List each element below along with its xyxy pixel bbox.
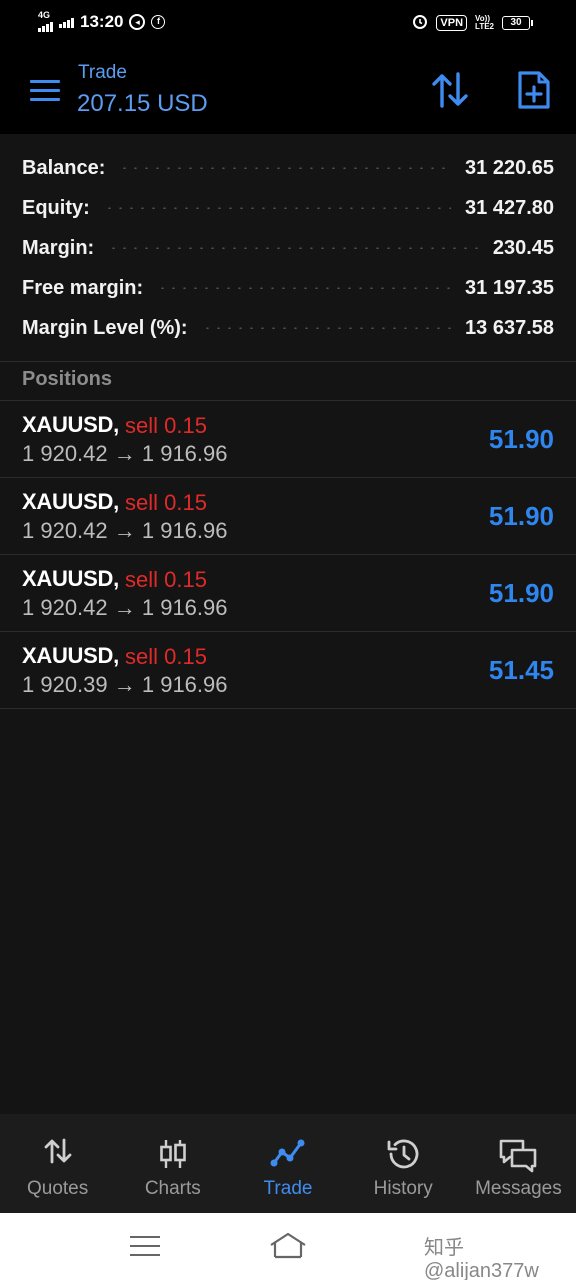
position-prices: 1 920.42 → 1 916.96 <box>22 595 228 620</box>
summary-value: 31 220.65 <box>465 156 554 179</box>
battery-icon: 30 <box>502 15 533 30</box>
position-symbol: XAUUSD, <box>22 412 119 437</box>
dotted-leader <box>201 327 452 329</box>
position-side: sell 0.15 <box>125 567 207 592</box>
summary-value: 31 427.80 <box>465 196 554 219</box>
positions-header: Positions <box>0 362 576 401</box>
positions-list: XAUUSD, sell 0.15 1 920.42 → 1 916.96 51… <box>0 401 576 709</box>
account-summary: Balance: 31 220.65 Equity: 31 427.80 Mar… <box>0 134 576 362</box>
network-type: 4G <box>38 10 51 20</box>
app-header: Trade 207.15 USD <box>0 46 576 134</box>
tab-label: Charts <box>144 1178 201 1199</box>
summary-label: Margin Level (%): <box>22 316 188 339</box>
free-margin-row: Free margin: 31 197.35 <box>22 273 554 303</box>
summary-value: 13 637.58 <box>465 316 554 339</box>
summary-value: 31 197.35 <box>465 276 554 299</box>
signal-2-icon <box>59 16 74 28</box>
status-bar: 4G 13:20 ◂ f VPN Vo)) LTE2 30 <box>0 0 576 46</box>
positions-title: Positions <box>22 368 113 390</box>
system-nav-bar: 知乎 @alijan377w <box>0 1213 576 1280</box>
position-profit: 51.90 <box>488 424 554 454</box>
page-title: Trade <box>78 62 127 83</box>
position-prices: 1 920.39 → 1 916.96 <box>22 672 228 697</box>
trade-icon <box>270 1139 305 1167</box>
tab-label: Messages <box>475 1178 562 1199</box>
tab-label: History <box>373 1178 433 1199</box>
new-order-icon[interactable] <box>517 70 551 110</box>
dotted-leader <box>103 207 452 209</box>
profit-total: 207.15 USD <box>77 90 208 117</box>
dotted-leader <box>119 167 452 169</box>
bottom-tab-bar: Quotes Charts Trade History Messages <box>0 1114 576 1213</box>
position-profit: 51.90 <box>488 501 554 531</box>
quotes-icon <box>44 1138 71 1164</box>
summary-value: 230.45 <box>492 236 554 259</box>
summary-label: Equity: <box>22 196 90 219</box>
status-right: VPN Vo)) LTE2 30 <box>412 13 533 32</box>
facebook-icon: f <box>151 14 166 29</box>
balance-row: Balance: 31 220.65 <box>22 153 554 183</box>
summary-label: Margin: <box>22 236 95 259</box>
margin-row: Margin: 230.45 <box>22 233 554 263</box>
position-row[interactable]: XAUUSD, sell 0.15 1 920.42 → 1 916.96 51… <box>0 478 576 555</box>
volte-indicator: Vo)) LTE2 <box>475 13 494 31</box>
position-prices: 1 920.42 → 1 916.96 <box>22 441 228 466</box>
messages-icon <box>500 1139 537 1173</box>
sort-icon[interactable] <box>430 72 470 108</box>
dotted-leader <box>108 247 479 249</box>
app-notification-icon: ◂ <box>129 13 146 30</box>
empty-list-area <box>0 709 576 1114</box>
tab-charts[interactable]: Charts <box>115 1114 230 1213</box>
summary-label: Free margin: <box>22 276 144 299</box>
home-icon[interactable] <box>268 1231 308 1266</box>
vpn-badge: VPN <box>436 14 468 31</box>
network-indicator: 4G <box>38 11 53 32</box>
position-profit: 51.45 <box>488 655 554 685</box>
signal-icon <box>38 20 53 32</box>
tab-quotes[interactable]: Quotes <box>0 1114 115 1213</box>
position-row[interactable]: XAUUSD, sell 0.15 1 920.39 → 1 916.96 51… <box>0 632 576 709</box>
position-prices: 1 920.42 → 1 916.96 <box>22 518 228 543</box>
tab-trade[interactable]: Trade <box>230 1114 345 1213</box>
history-icon <box>387 1139 419 1169</box>
position-symbol: XAUUSD, <box>22 566 119 591</box>
position-side: sell 0.15 <box>125 644 207 669</box>
tab-history[interactable]: History <box>346 1114 461 1213</box>
position-row[interactable]: XAUUSD, sell 0.15 1 920.42 → 1 916.96 51… <box>0 401 576 478</box>
menu-icon[interactable] <box>30 80 60 102</box>
clock: 13:20 <box>80 11 124 31</box>
position-symbol: XAUUSD, <box>22 489 119 514</box>
equity-row: Equity: 31 427.80 <box>22 193 554 223</box>
margin-level-row: Margin Level (%): 13 637.58 <box>22 313 554 343</box>
position-profit: 51.90 <box>488 578 554 608</box>
status-left: 4G 13:20 ◂ f <box>38 11 166 32</box>
charts-icon <box>159 1140 186 1168</box>
position-row[interactable]: XAUUSD, sell 0.15 1 920.42 → 1 916.96 51… <box>0 555 576 632</box>
tab-label: Quotes <box>26 1178 89 1199</box>
tab-label: Trade <box>263 1178 313 1199</box>
watermark: 知乎 @alijan377w <box>424 1237 539 1280</box>
alarm-icon <box>412 13 428 32</box>
dotted-leader <box>157 287 452 289</box>
summary-label: Balance: <box>22 156 106 179</box>
position-symbol: XAUUSD, <box>22 643 119 668</box>
position-side: sell 0.15 <box>125 490 207 515</box>
position-side: sell 0.15 <box>125 413 207 438</box>
tab-messages[interactable]: Messages <box>461 1114 576 1213</box>
recent-apps-icon[interactable] <box>130 1236 160 1263</box>
